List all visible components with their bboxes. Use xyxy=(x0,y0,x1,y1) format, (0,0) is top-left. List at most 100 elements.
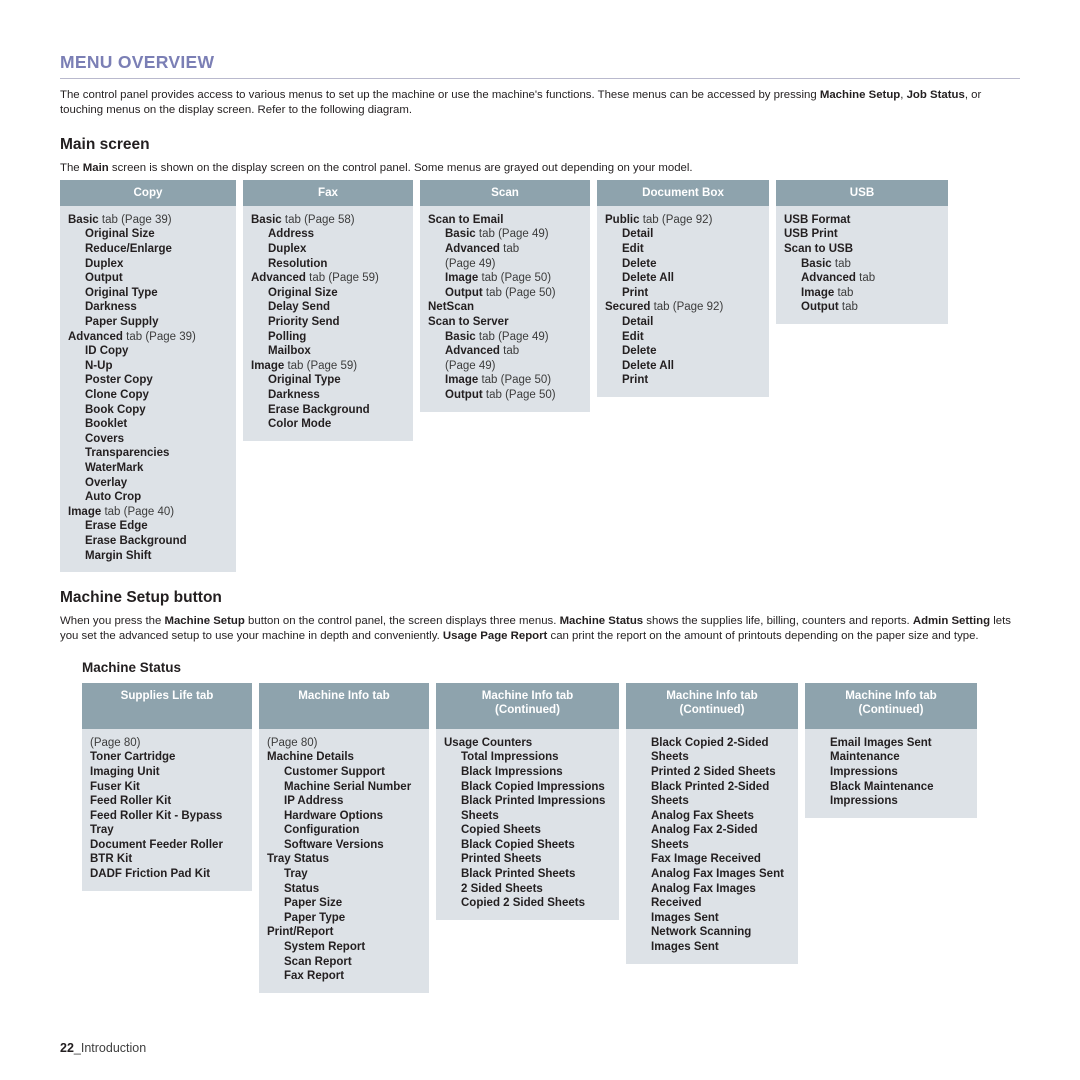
menu-entry: Advanced tab xyxy=(445,242,582,257)
emphasis-text: Usage Page Report xyxy=(442,630,548,643)
menu-entry-label: Tray xyxy=(284,868,308,881)
main-screen-column: Scan Scan to Email Basic tab (Page 49) Adva… xyxy=(420,179,590,412)
column-header-label: Document Box xyxy=(642,185,724,199)
page-content: MENU OVERVIEW The control panel provides… xyxy=(60,52,1020,993)
menu-entry: Sheets xyxy=(461,809,611,824)
menu-entry: Print xyxy=(622,373,761,388)
machine-setup-heading: Machine Setup button xyxy=(60,589,222,607)
plain-text: button on the control panel, the screen … xyxy=(244,615,560,628)
menu-entry-label: Image xyxy=(445,374,479,387)
menu-entry: Scan Report xyxy=(284,955,421,970)
menu-entry: Customer Support xyxy=(284,765,421,780)
menu-entry: Configuration xyxy=(284,823,421,838)
machine-status-column-header: Supplies Life tab xyxy=(82,682,252,729)
menu-entry-label: Copied Sheets xyxy=(461,824,541,837)
menu-entry: Imaging Unit xyxy=(90,765,244,780)
menu-entry-label: Maintenance Impressions xyxy=(830,751,900,778)
menu-entry: Print/Report xyxy=(267,925,421,940)
menu-entry-label: Print xyxy=(622,374,649,387)
menu-entry-label: Polling xyxy=(268,330,307,343)
menu-entry: Scan to USB xyxy=(784,242,940,257)
menu-entry-reference: tab (Page 92) xyxy=(639,213,713,226)
menu-entry: Analog Fax Sheets xyxy=(651,809,790,824)
menu-entry-label: Secured xyxy=(605,301,651,314)
menu-entry-label: Status xyxy=(284,882,320,895)
menu-entry: Overlay xyxy=(85,476,228,491)
menu-entry: Document Feeder Roller xyxy=(90,838,244,853)
column-header-continued-label: (Continued) xyxy=(858,702,924,716)
menu-entry: Delete xyxy=(622,257,761,272)
menu-entry: Delete All xyxy=(622,359,761,374)
menu-entry-label: Mailbox xyxy=(268,345,311,358)
menu-entry-label: Darkness xyxy=(85,301,137,314)
main-screen-column: Copy Basic tab (Page 39) Original Size Redu… xyxy=(60,179,236,573)
menu-entry: Fuser Kit xyxy=(90,780,244,795)
menu-entry-label: Duplex xyxy=(85,257,124,270)
menu-entry-label: Delete xyxy=(622,345,657,358)
menu-entry-label: Customer Support xyxy=(284,765,385,778)
menu-entry-label: Edit xyxy=(622,330,644,343)
menu-entry: Margin Shift xyxy=(85,549,228,564)
plain-text: screen is shown on the display screen on… xyxy=(108,161,693,174)
menu-entry: Basic tab (Page 49) xyxy=(445,330,582,345)
menu-entry: Secured tab (Page 92) xyxy=(605,300,761,315)
menu-entry: 2 Sided Sheets xyxy=(461,882,611,897)
menu-entry-reference: tab (Page 58) xyxy=(281,213,355,226)
menu-entry-label: Scan to Email xyxy=(428,213,504,226)
menu-entry: Network Scanning Images Sent xyxy=(651,925,790,954)
menu-entry: Tray xyxy=(284,867,421,882)
machine-status-column: Machine Info tab (Continued) Email Images … xyxy=(805,682,977,818)
menu-entry: Image tab xyxy=(801,286,940,301)
menu-entry: Original Type xyxy=(268,373,405,388)
machine-status-column: Machine Info tab (Continued) Black Copied … xyxy=(626,682,798,964)
menu-entry-label: Poster Copy xyxy=(85,374,153,387)
menu-entry: Mailbox xyxy=(268,344,405,359)
menu-entry-label: Original Size xyxy=(85,228,155,241)
menu-entry-label: Print xyxy=(622,286,649,299)
menu-entry-label: Fax Image Received xyxy=(651,853,761,866)
menu-entry-label: DADF Friction Pad Kit xyxy=(90,868,211,881)
menu-entry: Printed Sheets xyxy=(461,852,611,867)
menu-entry-label: Image xyxy=(251,359,285,372)
menu-entry: Scan to Email xyxy=(428,213,582,228)
menu-entry-label: Machine Serial Number xyxy=(284,780,412,793)
menu-entry: Original Size xyxy=(85,227,228,242)
menu-entry: Transparencies xyxy=(85,446,228,461)
menu-entry-label: Advanced xyxy=(68,330,123,343)
menu-entry-label: Clone Copy xyxy=(85,389,149,402)
menu-entry-label: Public xyxy=(605,213,640,226)
menu-entry-reference: tab (Page 39) xyxy=(98,213,172,226)
emphasis-text: Job Status xyxy=(906,89,965,101)
menu-entry-label: Detail xyxy=(622,228,654,241)
menu-entry: Machine Details xyxy=(267,750,421,765)
menu-entry-label: Fuser Kit xyxy=(90,780,140,793)
menu-entry-label: Scan to USB xyxy=(784,243,854,256)
menu-entry: Black Copied 2-Sided Sheets xyxy=(651,736,790,765)
menu-entry-label: Advanced xyxy=(801,272,856,285)
menu-entry-label: Booklet xyxy=(85,418,128,431)
main-screen-column: USB USB Format USB Print Scan to USB Basic t… xyxy=(776,179,948,325)
document-page: MENU OVERVIEW The control panel provides… xyxy=(0,0,1080,1080)
machine-status-column-header: Machine Info tab xyxy=(259,682,429,729)
menu-entry: Booklet xyxy=(85,417,228,432)
menu-entry-label: Software Versions xyxy=(284,838,384,851)
machine-status-column-body: (Page 80) Machine Details Customer Support… xyxy=(259,728,429,993)
menu-entry-label: 2 Sided Sheets xyxy=(461,882,543,895)
menu-entry-reference: tab (Page 49) xyxy=(475,228,549,241)
column-header-label: USB xyxy=(849,185,875,199)
menu-entry-label: Output xyxy=(801,301,839,314)
menu-entry-label: Book Copy xyxy=(85,403,146,416)
menu-entry: Basic tab (Page 49) xyxy=(445,227,582,242)
menu-entry-label: Reduce/Enlarge xyxy=(85,243,172,256)
menu-entry-label: Image xyxy=(445,272,479,285)
menu-entry-label: Advanced xyxy=(445,243,500,256)
menu-entry-label: Paper Supply xyxy=(85,316,159,329)
menu-entry-label: Original Type xyxy=(268,374,341,387)
menu-entry-label: Black Copied Sheets xyxy=(461,838,575,851)
menu-entry-label: Black Impressions xyxy=(461,765,563,778)
menu-entry-label: Delete All xyxy=(622,272,674,285)
main-screen-column-body: Scan to Email Basic tab (Page 49) Advanced… xyxy=(420,205,590,412)
menu-entry-label: Output xyxy=(445,389,483,402)
menu-entry: Black Copied Sheets xyxy=(461,838,611,853)
menu-entry-label: Document Feeder Roller xyxy=(90,838,223,851)
